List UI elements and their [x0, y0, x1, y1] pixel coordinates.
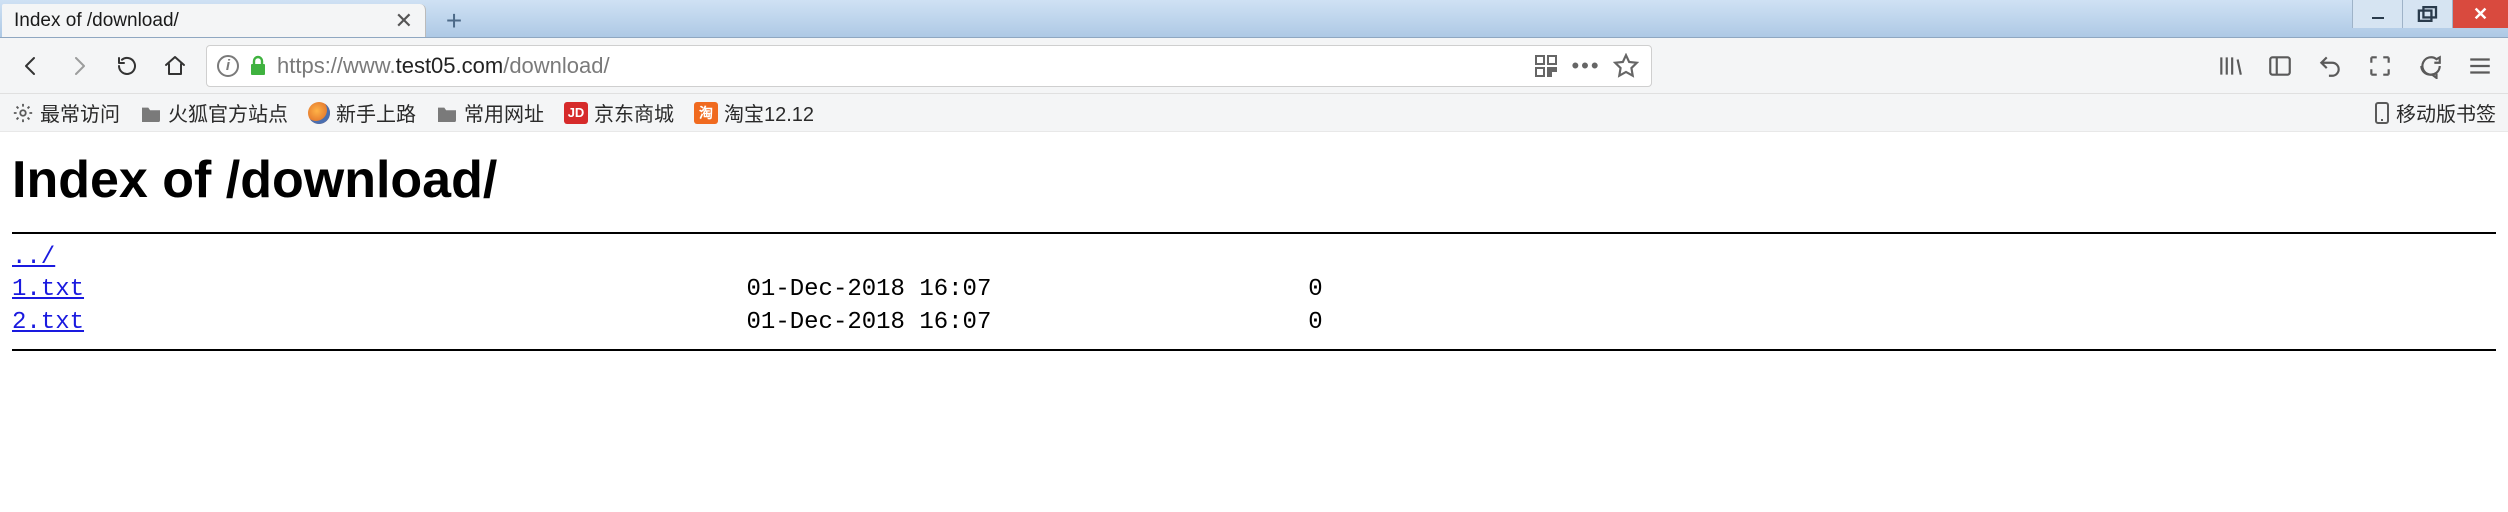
forward-button[interactable]	[62, 49, 96, 83]
hr-bottom	[12, 349, 2496, 351]
bookmark-jd[interactable]: JD 京东商城	[564, 98, 674, 127]
mobile-bookmarks-button[interactable]: 移动版书签	[2374, 98, 2496, 127]
bookmark-taobao[interactable]: 淘 淘宝12.12	[694, 98, 814, 127]
parent-dir-link[interactable]: ../	[12, 244, 55, 271]
bookmark-label: 新手上路	[336, 98, 416, 127]
bookmark-label: 常用网址	[464, 98, 544, 127]
url-text: https://www.test05.com/download/	[277, 53, 1521, 79]
address-bar[interactable]: i https://www.test05.com/download/ •••	[206, 45, 1652, 87]
folder-icon	[436, 104, 458, 122]
bookmark-label: 火狐官方站点	[168, 98, 288, 127]
firefox-icon	[308, 102, 330, 124]
bookmark-label: 京东商城	[594, 98, 674, 127]
folder-icon	[140, 104, 162, 122]
bookmark-getting-started[interactable]: 新手上路	[308, 98, 416, 127]
jd-icon: JD	[564, 102, 588, 124]
chat-icon[interactable]	[2416, 52, 2444, 80]
page-content: Index of /download/ ../ 1.txt 01-Dec-201…	[0, 132, 2508, 357]
sidebar-icon[interactable]	[2266, 52, 2294, 80]
site-info-icon[interactable]: i	[217, 55, 239, 77]
url-path: /download/	[503, 53, 609, 78]
mobile-bookmarks-label: 移动版书签	[2396, 98, 2496, 127]
tab-title: Index of /download/	[14, 10, 179, 32]
gear-icon	[12, 104, 34, 122]
directory-listing: ../ 1.txt 01-Dec-2018 16:07 0 2.txt 01-D…	[12, 234, 2496, 349]
bookmark-common-sites[interactable]: 常用网址	[436, 98, 544, 127]
bookmark-star-icon[interactable]	[1611, 51, 1641, 81]
close-tab-icon[interactable]: ✕	[395, 8, 413, 34]
window-close-button[interactable]: ✕	[2452, 0, 2508, 28]
window-maximize-button[interactable]	[2402, 0, 2452, 28]
file-link[interactable]: 2.txt	[12, 309, 84, 336]
bookmarks-bar: 最常访问 火狐官方站点 新手上路 常用网址 JD 京东商城 淘 淘宝12.12 …	[0, 94, 2508, 132]
titlebar-spacer	[476, 0, 2352, 37]
window-minimize-button[interactable]	[2352, 0, 2402, 28]
home-button[interactable]	[158, 49, 192, 83]
screenshot-icon[interactable]	[2366, 52, 2394, 80]
bookmark-label: 最常访问	[40, 98, 120, 127]
browser-tab[interactable]: Index of /download/ ✕	[2, 4, 426, 37]
url-scheme: https://www.	[277, 53, 396, 78]
window-titlebar: Index of /download/ ✕ + ✕	[0, 0, 2508, 38]
toolbar-right	[2216, 52, 2494, 80]
back-button[interactable]	[14, 49, 48, 83]
reload-button[interactable]	[110, 49, 144, 83]
browser-navbar: i https://www.test05.com/download/ •••	[0, 38, 2508, 94]
bookmark-most-visited[interactable]: 最常访问	[12, 98, 120, 127]
taobao-icon: 淘	[694, 102, 718, 124]
menu-button[interactable]	[2466, 52, 2494, 80]
new-tab-button[interactable]: +	[432, 4, 476, 37]
library-icon[interactable]	[2216, 52, 2244, 80]
qr-icon[interactable]	[1531, 51, 1561, 81]
undo-icon[interactable]	[2316, 52, 2344, 80]
url-host: test05.com	[396, 53, 504, 78]
page-heading: Index of /download/	[12, 150, 2496, 210]
window-controls: ✕	[2352, 0, 2508, 37]
lock-icon	[249, 55, 267, 77]
bookmark-label: 淘宝12.12	[724, 98, 814, 127]
file-link[interactable]: 1.txt	[12, 276, 84, 303]
bookmark-firefox-official[interactable]: 火狐官方站点	[140, 98, 288, 127]
page-actions-icon[interactable]: •••	[1571, 51, 1601, 81]
